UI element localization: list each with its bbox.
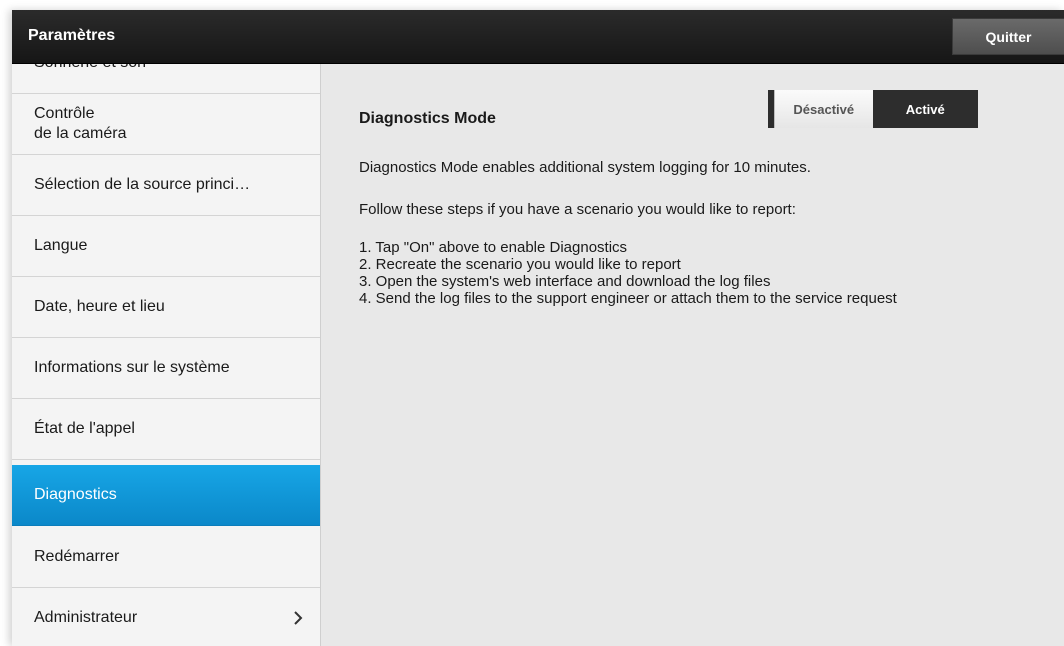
diagnostics-mode-toggle[interactable]: Désactivé Activé <box>768 90 978 128</box>
sidebar-item-label: Redémarrer <box>34 548 120 565</box>
sidebar-item-label: Administrateur <box>34 609 138 626</box>
step-item: 2. Recreate the scenario you would like … <box>359 256 681 273</box>
sidebar-item-label: État de l'appel <box>34 420 135 437</box>
sidebar-item-label: Contrôle de la caméra <box>34 105 127 142</box>
sidebar-item-restart[interactable]: Redémarrer <box>12 527 320 588</box>
steps-intro: Follow these steps if you have a scenari… <box>359 201 796 218</box>
step-item: 3. Open the system's web interface and d… <box>359 273 771 290</box>
sidebar-item-diagnostics[interactable]: Diagnostics <box>12 465 320 526</box>
step-item: 1. Tap "On" above to enable Diagnostics <box>359 239 628 256</box>
settings-sidebar: Sonnerie et son Contrôle de la caméra Sé… <box>12 64 321 646</box>
diagnostics-panel: Diagnostics Mode Désactivé Activé Diagno… <box>321 64 1064 646</box>
sidebar-item-administrator[interactable]: Administrateur <box>12 588 320 646</box>
toggle-on-option[interactable]: Activé <box>873 90 978 128</box>
chevron-right-icon <box>294 611 303 625</box>
settings-window: Paramètres Quitter Sonnerie et son Contr… <box>12 10 1064 646</box>
diagnostics-description: Diagnostics Mode enables additional syst… <box>359 159 811 176</box>
sidebar-item-main-source[interactable]: Sélection de la source princi… <box>12 155 320 216</box>
sidebar-item-label: Diagnostics <box>34 486 117 503</box>
sidebar-item-label: Langue <box>34 237 88 254</box>
sidebar-item-ringtone-sound[interactable]: Sonnerie et son <box>12 64 320 94</box>
toggle-off-option[interactable]: Désactivé <box>774 90 873 128</box>
sidebar-item-date-time[interactable]: Date, heure et lieu <box>12 277 320 338</box>
step-item: 4. Send the log files to the support eng… <box>359 290 897 307</box>
sidebar-item-call-status[interactable]: État de l'appel <box>12 399 320 460</box>
diagnostics-mode-title: Diagnostics Mode <box>359 110 496 127</box>
sidebar-item-label: Sélection de la source princi… <box>34 176 251 193</box>
sidebar-item-label: Informations sur le système <box>34 359 230 376</box>
quit-button[interactable]: Quitter <box>952 18 1064 55</box>
sidebar-item-system-info[interactable]: Informations sur le système <box>12 338 320 399</box>
sidebar-item-label: Sonnerie et son <box>34 64 146 73</box>
steps-list: 1. Tap "On" above to enable Diagnostics … <box>359 239 1019 307</box>
sidebar-item-language[interactable]: Langue <box>12 216 320 277</box>
sidebar-item-label: Date, heure et lieu <box>34 298 165 315</box>
top-bar: Paramètres Quitter <box>12 10 1064 64</box>
window-title: Paramètres <box>28 27 116 44</box>
sidebar-item-camera-control[interactable]: Contrôle de la caméra <box>12 94 320 155</box>
